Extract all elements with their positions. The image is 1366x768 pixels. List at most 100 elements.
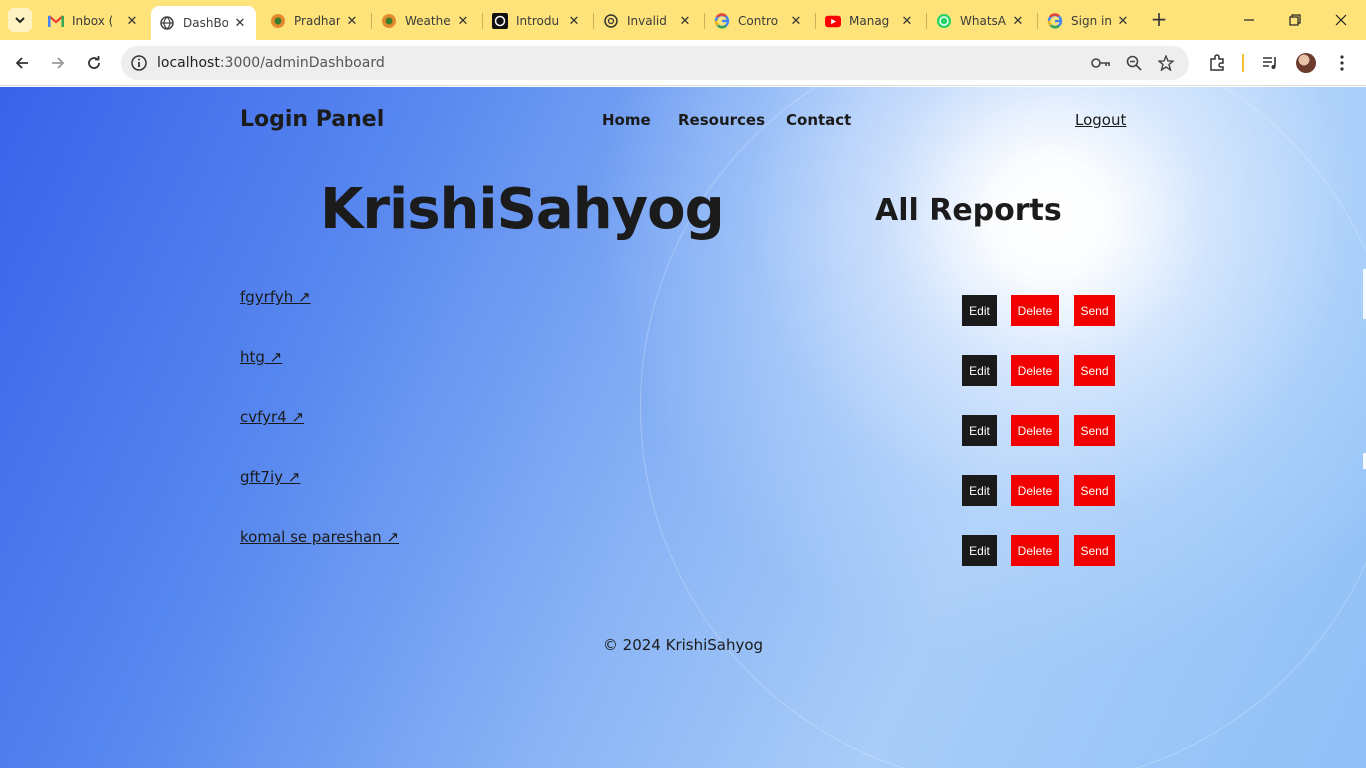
logout-link[interactable]: Logout [1075,111,1126,129]
restore-button[interactable] [1272,0,1318,40]
tab-introduction[interactable]: Introdu ✕ [484,6,590,36]
google-icon [714,13,730,29]
back-button[interactable] [10,51,34,75]
tab-separator [482,13,483,29]
close-icon[interactable]: ✕ [566,14,582,29]
minimize-icon [1244,19,1254,21]
globe-icon [159,15,175,31]
edit-button[interactable]: Edit [962,415,997,446]
tab-inbox[interactable]: Inbox ( ✕ [40,6,148,36]
page-viewport: Login Panel Home Resources Contact Logou… [0,87,1366,768]
chevron-down-icon [15,17,25,24]
nav-home[interactable]: Home [602,111,651,129]
tab-search-button[interactable] [8,8,32,32]
tab-title: Weathe [405,14,451,28]
close-icon[interactable]: ✕ [677,14,693,29]
report-link[interactable]: komal se pareshan ↗ [240,528,399,546]
edit-button[interactable]: Edit [962,295,997,326]
new-tab-button[interactable]: + [1148,8,1170,30]
report-link[interactable]: fgyrfyh ↗ [240,288,311,306]
reload-button[interactable] [82,51,106,75]
delete-button[interactable]: Delete [1011,535,1059,566]
brand-title[interactable]: Login Panel [240,107,384,132]
hero-title: KrishiSahyog [320,177,725,242]
url-text: localhost:3000/adminDashboard [157,55,385,71]
tab-separator [815,13,816,29]
close-icon[interactable]: ✕ [232,16,248,31]
minimize-button[interactable] [1226,0,1272,40]
puzzle-icon [1210,54,1224,71]
delete-button[interactable]: Delete [1011,355,1059,386]
close-icon[interactable]: ✕ [124,14,140,29]
close-icon[interactable]: ✕ [344,14,360,29]
gmail-icon [48,13,64,29]
tab-separator [593,13,594,29]
delete-button[interactable]: Delete [1011,415,1059,446]
report-link[interactable]: htg ↗ [240,348,282,366]
youtube-icon [825,13,841,29]
footer-copyright: © 2024 KrishiSahyog [602,636,764,654]
tab-manage[interactable]: Manag ✕ [817,6,923,36]
report-link[interactable]: gft7iy ↗ [240,468,300,486]
tab-pradhan[interactable]: Pradhan ✕ [262,6,368,36]
browser-toolbar: localhost:3000/adminDashboard [0,40,1366,86]
close-icon [1335,14,1347,26]
send-button[interactable]: Send [1074,295,1115,326]
report-link[interactable]: cvfyr4 ↗ [240,408,304,426]
tab-title: Pradhan [294,14,340,28]
address-bar[interactable]: localhost:3000/adminDashboard [121,46,1189,80]
tab-title: Sign in [1071,14,1111,28]
nav-resources[interactable]: Resources [678,111,765,129]
arrow-right-icon [52,57,65,69]
tab-controls[interactable]: Contro ✕ [706,6,812,36]
tab-title: Manag [849,14,890,28]
tab-title: Introdu [516,14,560,28]
profile-avatar[interactable] [1296,53,1316,73]
emblem-icon [270,13,286,29]
send-button[interactable]: Send [1074,415,1115,446]
nav-contact[interactable]: Contact [786,111,851,129]
password-key-icon[interactable] [1091,53,1111,73]
arrow-left-icon [15,57,28,69]
bookmark-star-icon[interactable] [1156,53,1176,73]
emblem-icon [381,13,397,29]
close-icon[interactable]: ✕ [788,14,804,29]
close-icon[interactable]: ✕ [1010,14,1026,29]
tab-title: WhatsA [960,14,1006,28]
send-button[interactable]: Send [1074,535,1115,566]
send-button[interactable]: Send [1074,475,1115,506]
delete-button[interactable]: Delete [1011,295,1059,326]
media-controls-button[interactable] [1258,51,1282,75]
zoom-icon[interactable] [1124,53,1144,73]
tab-invalid[interactable]: Invalid ✕ [595,6,701,36]
close-icon[interactable]: ✕ [1115,14,1131,29]
section-title: All Reports [875,193,1062,228]
tab-signin[interactable]: Sign in ✕ [1039,6,1139,36]
tab-whatsapp[interactable]: WhatsA ✕ [928,6,1034,36]
tab-dashboard[interactable]: DashBo ✕ [151,6,256,40]
close-icon[interactable]: ✕ [899,14,915,29]
more-vertical-icon [1340,55,1344,71]
delete-button[interactable]: Delete [1011,475,1059,506]
edit-button[interactable]: Edit [962,355,997,386]
reload-icon [88,56,100,69]
edit-button[interactable]: Edit [962,535,997,566]
site-info-icon[interactable] [129,53,149,73]
tab-separator [1037,13,1038,29]
tab-title: DashBo [183,16,228,30]
forward-button[interactable] [46,51,70,75]
tab-separator [371,13,372,29]
openai-icon [492,13,508,29]
close-icon[interactable]: ✕ [455,14,471,29]
toolbar-divider [1242,54,1244,72]
menu-button[interactable] [1330,51,1354,75]
tab-weather[interactable]: Weathe ✕ [373,6,479,36]
restore-icon [1289,14,1301,26]
tab-strip: Inbox ( ✕ DashBo ✕ Pradhan ✕ Weathe ✕ In… [0,0,1366,40]
send-button[interactable]: Send [1074,355,1115,386]
extensions-button[interactable] [1205,51,1229,75]
edit-button[interactable]: Edit [962,475,997,506]
tab-separator [926,13,927,29]
close-window-button[interactable] [1318,0,1364,40]
url-host: localhost [157,55,220,71]
